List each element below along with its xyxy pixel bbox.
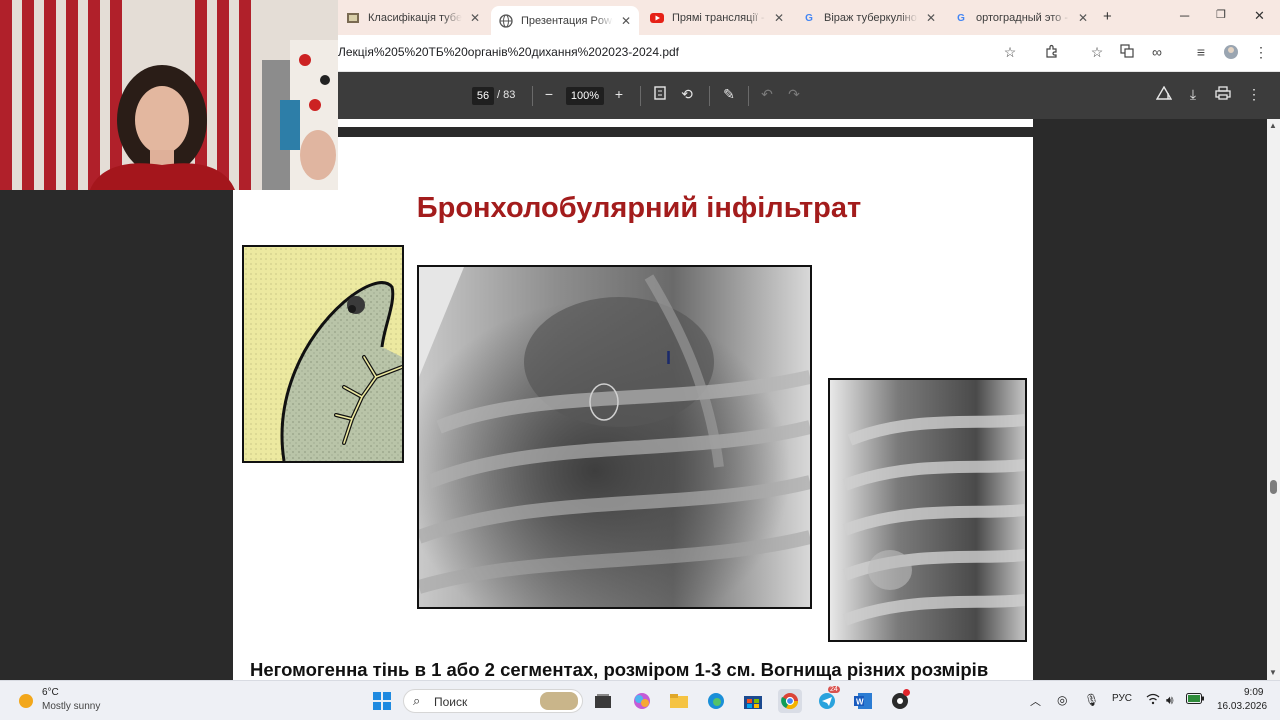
chevron-up-icon[interactable]: ︿	[1030, 693, 1041, 709]
tab-label: Прямі трансляції - Y	[672, 12, 766, 24]
close-icon[interactable]: ✕	[1078, 11, 1088, 25]
telegram-badge: 24	[828, 686, 840, 693]
url-field[interactable]: Лекція%205%20ТБ%20органів%20дихання%2020…	[338, 45, 679, 59]
obs-icon[interactable]	[888, 689, 912, 713]
undo-icon[interactable]: ↶	[758, 86, 776, 103]
language-indicator[interactable]: РУС	[1112, 693, 1132, 704]
page-total: / 83	[497, 89, 516, 101]
tab-priami-transliatsii[interactable]: Прямі трансляції - Y ✕	[642, 6, 792, 30]
edge-icon[interactable]	[704, 689, 728, 713]
pdf-more-icon[interactable]: ⋮	[1245, 86, 1263, 103]
tab-ortogradnyi[interactable]: G ортоградный это - П ✕	[946, 6, 1096, 30]
zoom-out-button[interactable]: −	[540, 86, 558, 102]
slide-caption: Негомогенна тінь в 1 або 2 сегментах, ро…	[250, 659, 989, 680]
divider	[532, 86, 533, 106]
windows-start-icon[interactable]	[370, 689, 394, 713]
clock-time[interactable]: 9:09	[1244, 687, 1263, 698]
weather-temperature[interactable]: 6°C	[42, 687, 59, 698]
youtube-icon	[650, 11, 664, 25]
xray-image-secondary	[828, 378, 1027, 642]
more-menu-icon[interactable]: ⋮	[1252, 44, 1270, 61]
restore-icon[interactable]: ❐	[1216, 8, 1226, 21]
fit-page-icon[interactable]	[651, 86, 669, 103]
tab-virazh[interactable]: G Віраж туберкуліново ✕	[794, 6, 944, 30]
print-icon[interactable]	[1214, 86, 1232, 103]
battery-icon[interactable]	[1186, 693, 1204, 707]
vertical-scrollbar[interactable]: ▲ ▼	[1267, 119, 1280, 680]
bookmarks-icon[interactable]: ☆	[1088, 44, 1106, 61]
close-icon[interactable]: ✕	[621, 14, 631, 28]
scroll-up-arrow-icon[interactable]: ▲	[1269, 121, 1277, 130]
redo-icon[interactable]: ↷	[785, 86, 803, 103]
annotate-icon[interactable]: ✎	[720, 86, 738, 103]
close-icon[interactable]: ✕	[470, 11, 480, 25]
tray-app-icon[interactable]: ◎	[1057, 693, 1067, 707]
save-to-drive-icon[interactable]	[1155, 85, 1173, 103]
search-icon: ⌕	[413, 693, 421, 708]
slides-icon	[346, 11, 360, 25]
divider	[709, 86, 710, 106]
slide-title: Бронхолобулярний інфільтрат	[416, 192, 862, 224]
webcam-overlay	[0, 0, 338, 190]
taskbar-search[interactable]: ⌕ Поиск	[403, 689, 583, 713]
tab-klasyfikatsiia[interactable]: Класифікація туберк ✕	[338, 6, 488, 30]
globe-icon	[499, 13, 513, 28]
pdf-page: Бронхолобулярний інфільтрат Негомогенна …	[233, 137, 1033, 680]
scroll-down-arrow-icon[interactable]: ▼	[1269, 668, 1277, 677]
task-view-icon[interactable]	[591, 689, 615, 713]
reading-list-icon[interactable]: ≡	[1192, 44, 1210, 60]
search-label: Поиск	[434, 695, 468, 709]
lung-segment-illustration	[242, 245, 404, 463]
screen: Класифікація туберк ✕ Презентация PowerP…	[0, 0, 1280, 720]
volume-icon[interactable]: 🔊︎	[1166, 693, 1174, 708]
google-icon: G	[805, 12, 813, 24]
windows-taskbar: 6°C Mostly sunny ⌕ Поиск 24 W ︿ ◎ 🎙︎ РУС…	[0, 680, 1280, 720]
clock-date[interactable]: 16.03.2026	[1217, 701, 1267, 712]
divider	[640, 86, 641, 106]
weather-description[interactable]: Mostly sunny	[42, 701, 100, 712]
weather-sun-icon[interactable]	[14, 689, 38, 713]
close-icon[interactable]: ✕	[926, 11, 936, 25]
new-tab-button[interactable]: +	[1103, 8, 1112, 25]
minimize-icon[interactable]: ─	[1180, 8, 1189, 23]
xray-image-main	[417, 265, 812, 609]
google-icon: G	[957, 12, 965, 24]
zoom-input[interactable]: 100%	[566, 87, 604, 105]
microsoft-store-icon[interactable]	[741, 689, 765, 713]
chrome-icon[interactable]	[778, 689, 802, 713]
profile-avatar[interactable]	[1222, 44, 1240, 63]
word-icon[interactable]: W	[851, 689, 875, 713]
translate-icon[interactable]	[1118, 44, 1136, 61]
window-close-icon[interactable]: ✕	[1254, 8, 1265, 24]
bookmark-star-icon[interactable]: ☆	[1001, 44, 1019, 61]
close-icon[interactable]: ✕	[774, 11, 784, 25]
extensions-icon[interactable]	[1043, 44, 1061, 61]
pdf-viewer[interactable]: Бронхолобулярний інфільтрат Негомогенна …	[0, 119, 1267, 680]
rotate-icon[interactable]: ⟲	[678, 86, 696, 103]
svg-text:W: W	[856, 698, 864, 707]
text-cursor-icon: Ι	[666, 348, 672, 368]
microphone-icon[interactable]: 🎙︎	[1084, 693, 1099, 707]
wifi-icon[interactable]	[1146, 693, 1160, 708]
tab-label: Презентация PowerP	[521, 14, 613, 27]
page-number-input[interactable]: 56	[472, 87, 494, 105]
previous-page-edge	[338, 119, 1033, 127]
download-icon[interactable]: ⤓	[1184, 86, 1202, 103]
zoom-in-button[interactable]: +	[610, 86, 628, 102]
recording-dot-icon	[903, 689, 910, 696]
search-highlight-icon	[540, 692, 578, 710]
tab-prezentatsiia[interactable]: Презентация PowerP ✕	[491, 6, 639, 35]
tab-label: Віраж туберкуліново	[824, 12, 918, 24]
tab-label: Класифікація туберк	[368, 12, 462, 24]
telegram-icon[interactable]: 24	[815, 686, 840, 713]
file-explorer-icon[interactable]	[667, 689, 691, 713]
link-icon[interactable]: ∞	[1148, 44, 1166, 60]
tab-label: ортоградный это - П	[976, 12, 1070, 24]
copilot-icon[interactable]	[630, 689, 654, 713]
scroll-thumb[interactable]	[1270, 480, 1277, 494]
divider	[748, 86, 749, 106]
